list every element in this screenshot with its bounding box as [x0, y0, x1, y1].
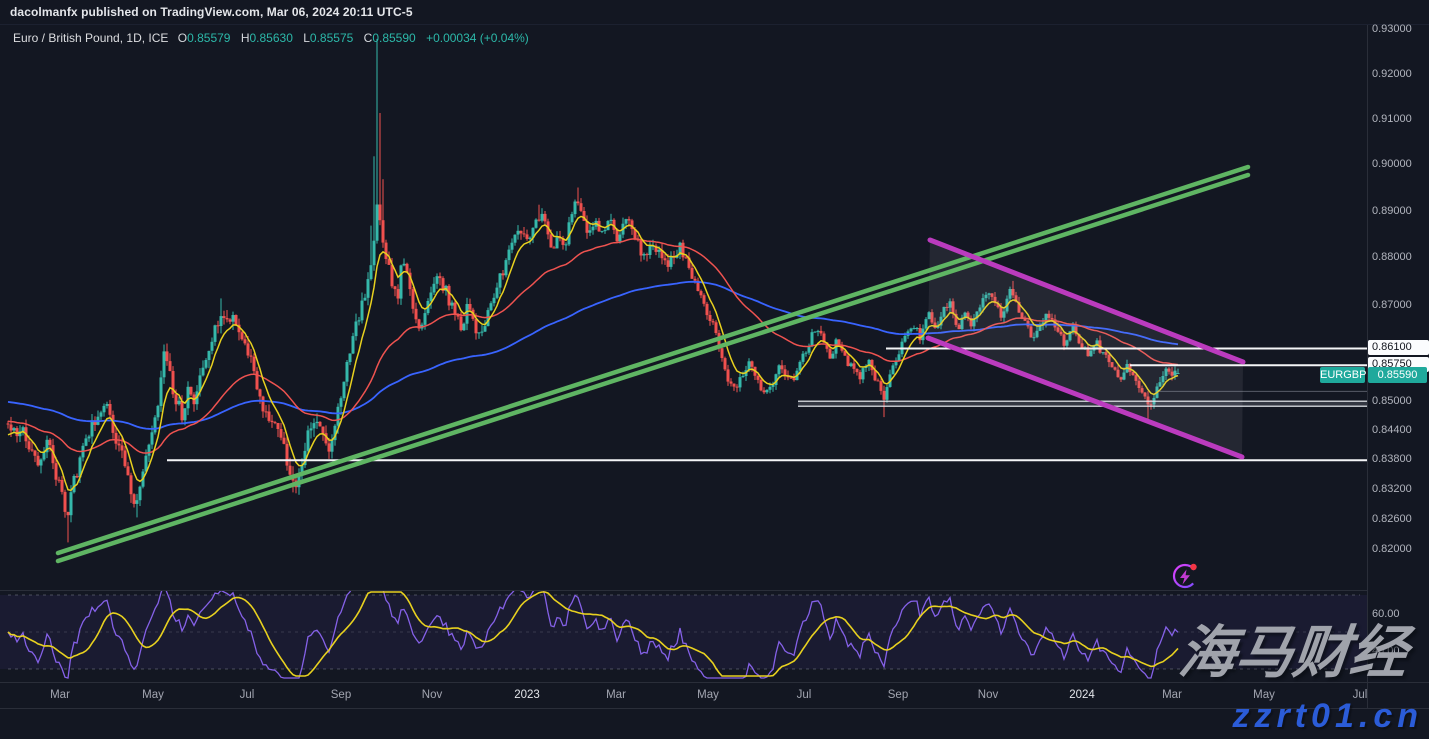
time-axis-label: Mar [606, 689, 626, 701]
rsi-indicator-pane[interactable] [0, 591, 1367, 682]
published-chart-page: dacolmanfx published on TradingView.com,… [0, 0, 1429, 739]
time-axis-label: May [697, 689, 719, 701]
ticker-symbol-badge: EURGBP [1320, 367, 1365, 383]
time-axis-label: Mar [50, 689, 70, 701]
time-axis-label: Sep [888, 689, 908, 701]
published-header: dacolmanfx published on TradingView.com,… [0, 0, 1429, 25]
price-axis-label: 0.89000 [1372, 205, 1412, 217]
price-axis-label: 0.83800 [1372, 453, 1412, 465]
watermark-cjk: 海马财经 [1175, 612, 1429, 695]
time-axis-label: 2024 [1069, 689, 1095, 701]
main-chart-pane[interactable] [0, 25, 1367, 590]
price-axis-label: 0.88000 [1372, 251, 1412, 263]
legend-low: L0.85575 [303, 31, 353, 45]
price-axis-label: 0.82000 [1372, 543, 1412, 555]
footer-bar: TradingView [0, 709, 1429, 739]
pane-divider[interactable] [0, 590, 1367, 591]
time-axis-label: May [142, 689, 164, 701]
time-axis-label: Jul [240, 689, 255, 701]
price-axis-label: 0.84400 [1372, 424, 1412, 436]
bolt-glyph [1180, 570, 1190, 585]
price-axis-label: 0.91000 [1372, 113, 1412, 125]
time-axis-label: Sep [331, 689, 351, 701]
published-line: dacolmanfx published on TradingView.com,… [10, 5, 413, 19]
notification-dot [1190, 564, 1196, 570]
time-axis-label: Nov [422, 689, 442, 701]
legend-close: C0.85590 [364, 31, 416, 45]
time-axis-label: Nov [978, 689, 998, 701]
chart-legend[interactable]: Euro / British Pound, 1D, ICE O0.85579 H… [13, 31, 529, 45]
legend-open: O0.85579 [178, 31, 231, 45]
price-axis-label: 0.92000 [1372, 68, 1412, 80]
legend-symbol: Euro / British Pound, 1D, ICE [13, 31, 168, 45]
price-axis-label: 0.83200 [1372, 483, 1412, 495]
watermark-url: zzrt01.cn [1233, 697, 1424, 736]
price-axis-label: 0.90000 [1372, 158, 1412, 170]
price-axis-label: 0.87000 [1372, 299, 1412, 311]
price-axis-label: 0.82600 [1372, 513, 1412, 525]
legend-change: +0.00034 (+0.04%) [426, 31, 529, 45]
price-axis-label: 0.93000 [1372, 23, 1412, 35]
time-axis-label: Jul [797, 689, 812, 701]
price-level-label-chip: 0.86100 [1368, 340, 1429, 355]
legend-high: H0.85630 [241, 31, 293, 45]
price-axis-label: 0.85000 [1372, 395, 1412, 407]
time-axis-label: 2023 [514, 689, 540, 701]
boost-lightning-icon[interactable] [1170, 559, 1202, 591]
last-price-badge: 0.85590 [1368, 367, 1427, 383]
